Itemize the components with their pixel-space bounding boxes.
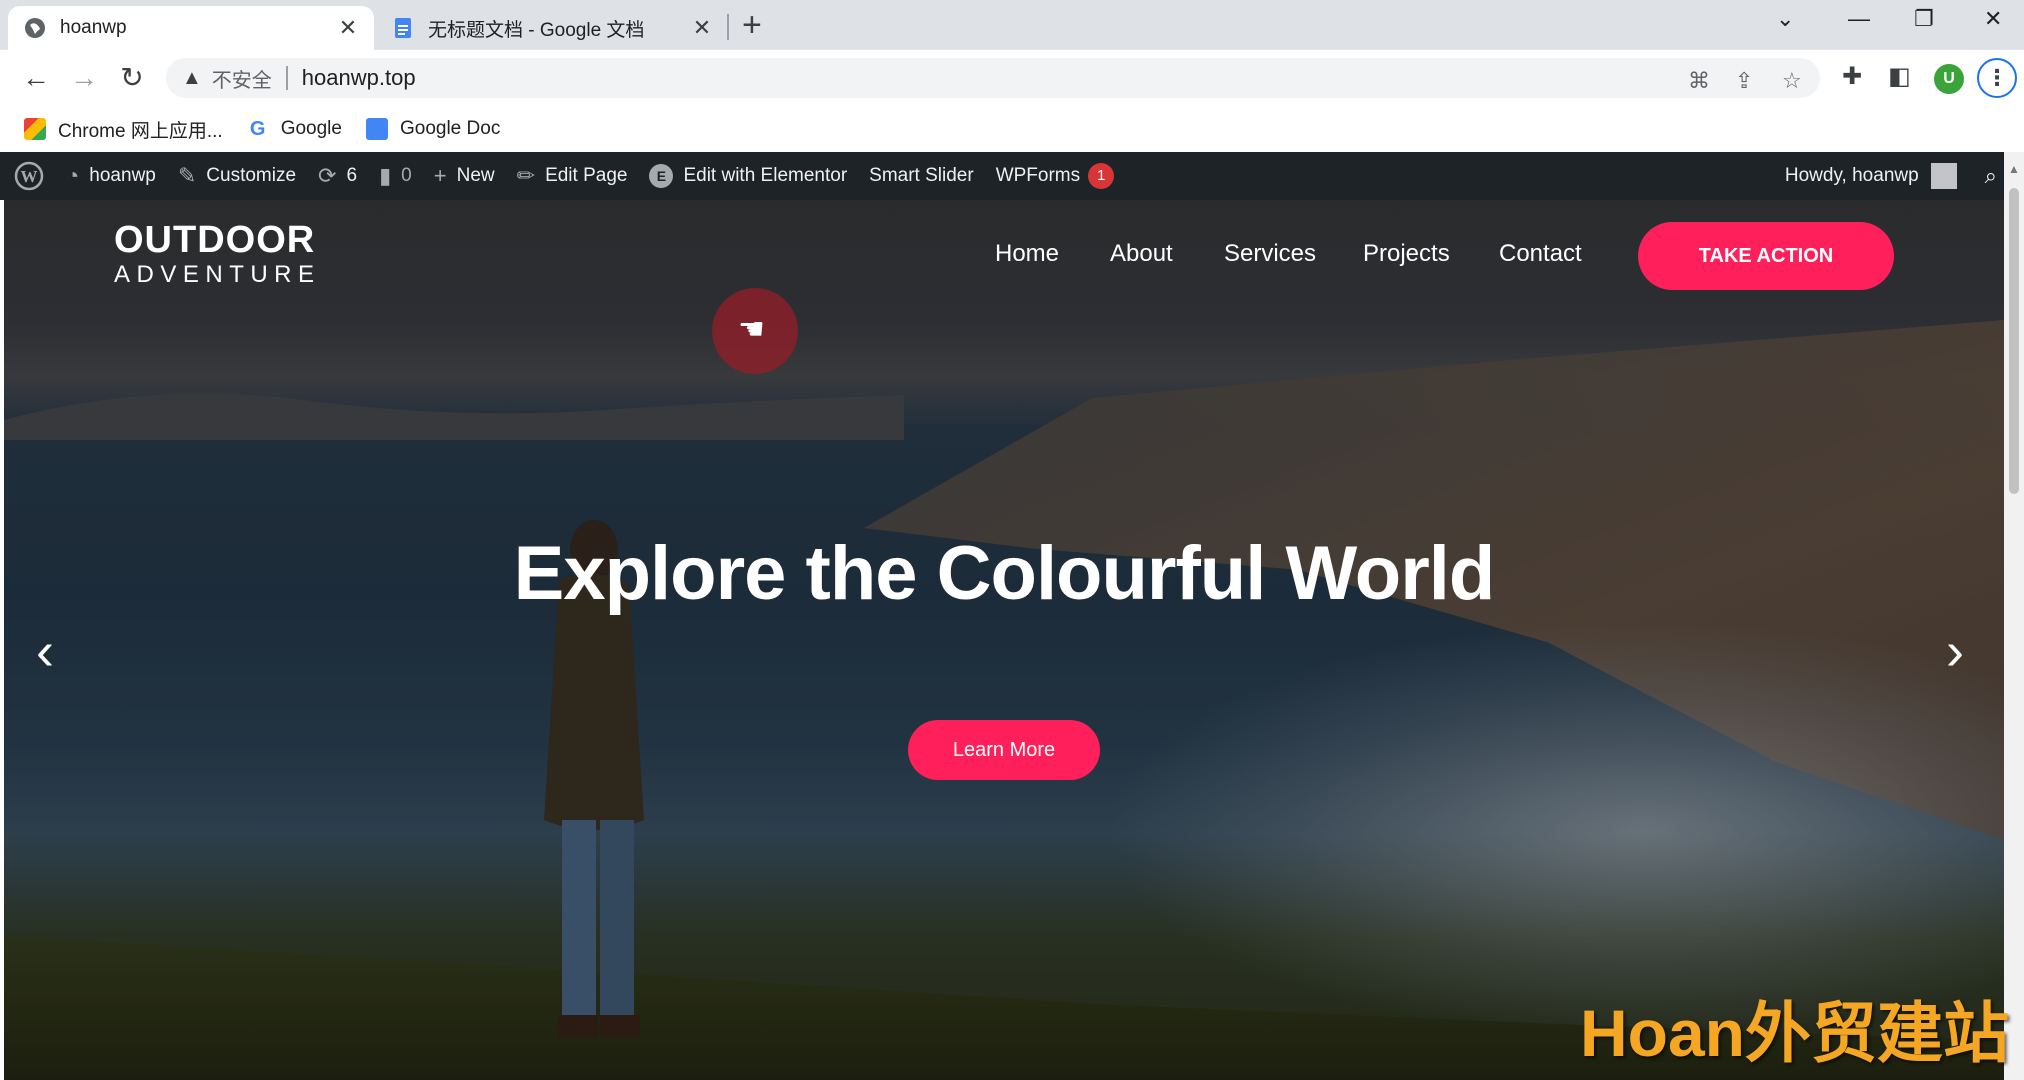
wordpress-icon: W [14,161,44,191]
user-avatar [1930,163,1957,189]
hero-overlay [4,200,2004,1080]
tab-title: 无标题文档 - Google 文档 [428,19,645,41]
warning-icon[interactable]: ▲ [182,67,202,90]
updates-icon: ⟳ [318,163,337,188]
brush-icon: ✎ [177,163,197,188]
forward-icon[interactable]: → [68,62,100,94]
tab-google-doc[interactable]: 无标题文档 - Google 文档 ✕ [376,6,728,50]
video-watermark: Hoan外贸建站 [1580,996,2009,1070]
nav-contact[interactable]: Contact [1499,240,1582,268]
comment-icon: ▮ [379,163,392,188]
wp-my-account[interactable]: Howdy, hoanwp ⌕ [1774,152,2008,200]
wp-edit-elementor[interactable]: E Edit with Elementor [638,152,858,200]
tab-hoanwp[interactable]: hoanwp ✕ [8,6,374,50]
google-docs-icon [395,18,411,38]
site-name-label: hoanwp [89,165,156,186]
wp-customize[interactable]: ✎ Customize [167,152,307,200]
wp-site-name[interactable]: ◔ hoanwp [55,152,167,200]
google-docs-icon [365,118,388,140]
wp-new[interactable]: + New [423,152,506,200]
restore-icon[interactable]: ❐ [1914,6,1934,32]
bookmark-label: Google Doc [399,118,501,139]
nav-projects[interactable]: Projects [1363,240,1450,268]
dashboard-gauge-icon: ◔ [66,163,80,188]
tab-search-chevron-icon[interactable]: ⌄ [1776,6,1794,32]
nav-about[interactable]: About [1110,240,1173,268]
wp-comments[interactable]: ▮ 0 [368,152,423,200]
logo-line-2: ADVENTURE [114,261,321,288]
slider-next-icon[interactable]: › [1946,620,1964,682]
slider-prev-icon[interactable]: ‹ [36,620,54,682]
address-bar[interactable]: ▲ 不安全 hoanwp.top [166,58,1820,98]
translate-icon[interactable]: ⌘ [1688,68,1710,94]
pencil-icon: ✏ [516,163,536,188]
google-g-icon: G [249,118,266,140]
hero-slider [4,200,2004,1080]
chrome-web-store-icon [24,118,46,140]
hand-cursor-icon: ☚ [738,313,765,346]
wp-logo-menu[interactable]: W [0,152,55,200]
bookmark-label: Google [280,118,342,139]
omnibox-divider [285,66,288,90]
profile-avatar[interactable]: U [1934,64,1964,94]
bookmark-label: Chrome 网上应用... [58,120,223,142]
edit-page-label: Edit Page [545,165,628,186]
customize-label: Customize [206,165,297,186]
url-text[interactable]: hoanwp.top [302,65,416,91]
bookmark-google-doc[interactable]: Google Doc [365,118,501,140]
wp-smart-slider[interactable]: Smart Slider [858,152,985,200]
svg-text:W: W [21,167,38,186]
learn-more-button[interactable]: Learn More [908,720,1100,780]
wpforms-label: WPForms [995,165,1081,186]
bookmark-star-icon[interactable]: ☆ [1782,68,1802,94]
howdy-label: Howdy, hoanwp [1784,165,1919,186]
new-label: New [456,165,495,186]
wp-wpforms[interactable]: WPForms 1 [985,152,1125,200]
insecure-label: 不安全 [211,69,272,92]
wp-updates[interactable]: ⟳ 6 [307,152,368,200]
site-logo[interactable]: OUTDOOR ADVENTURE [114,220,321,290]
bookmark-chrome-store[interactable]: Chrome 网上应用... [24,116,223,143]
minimize-icon[interactable]: — [1848,6,1870,32]
tab-separator [727,14,729,40]
globe-icon [25,18,45,38]
wp-admin-bar: W ◔ hoanwp ✎ Customize ⟳ 6 ▮ 0 + New ✏ E… [0,152,2024,200]
side-panel-icon[interactable]: ◧ [1888,62,1911,91]
edit-elementor-label: Edit with Elementor [683,165,848,186]
extensions-puzzle-icon[interactable]: ✚ [1842,62,1862,91]
close-tab-icon[interactable]: ✕ [690,15,714,41]
smart-slider-label: Smart Slider [869,165,974,186]
nav-services[interactable]: Services [1224,240,1316,268]
logo-line-1: OUTDOOR [114,219,316,261]
tab-title: hoanwp [60,17,127,38]
comments-count: 0 [401,165,412,186]
browser-toolbar: ← → ↻ ▲ 不安全 hoanwp.top ⌘ ⇪ ☆ ✚ ◧ [0,50,2024,106]
back-icon[interactable]: ← [20,62,52,94]
new-tab-icon[interactable]: + [742,8,762,42]
hero-headline: Explore the Colourful World [513,531,1496,616]
reload-icon[interactable]: ↻ [116,62,148,94]
scroll-up-icon[interactable]: ▲ [2008,162,2020,176]
nav-home[interactable]: Home [995,240,1059,268]
elementor-icon: E [649,164,674,188]
plus-icon: + [433,163,447,188]
page-scrollbar[interactable]: ▲ [2004,152,2024,1080]
browser-menu-icon[interactable]: ⋮ [1977,58,2017,98]
search-icon[interactable]: ⌕ [1985,163,1997,189]
updates-count: 6 [346,165,358,186]
window-close-icon[interactable]: ✕ [1984,6,2002,32]
scrollbar-thumb[interactable] [2009,188,2019,494]
take-action-button[interactable]: TAKE ACTION [1638,222,1894,290]
share-icon[interactable]: ⇪ [1735,68,1753,94]
bookmarks-bar: Chrome 网上应用... G Google Google Doc [0,106,2024,152]
bookmark-google[interactable]: G Google [247,118,342,140]
wp-edit-page[interactable]: ✏ Edit Page [506,152,639,200]
close-tab-icon[interactable]: ✕ [336,15,360,41]
wpforms-badge: 1 [1088,163,1115,189]
tab-strip: hoanwp ✕ 无标题文档 - Google 文档 ✕ + ⌄ — ❐ ✕ [0,0,2024,50]
